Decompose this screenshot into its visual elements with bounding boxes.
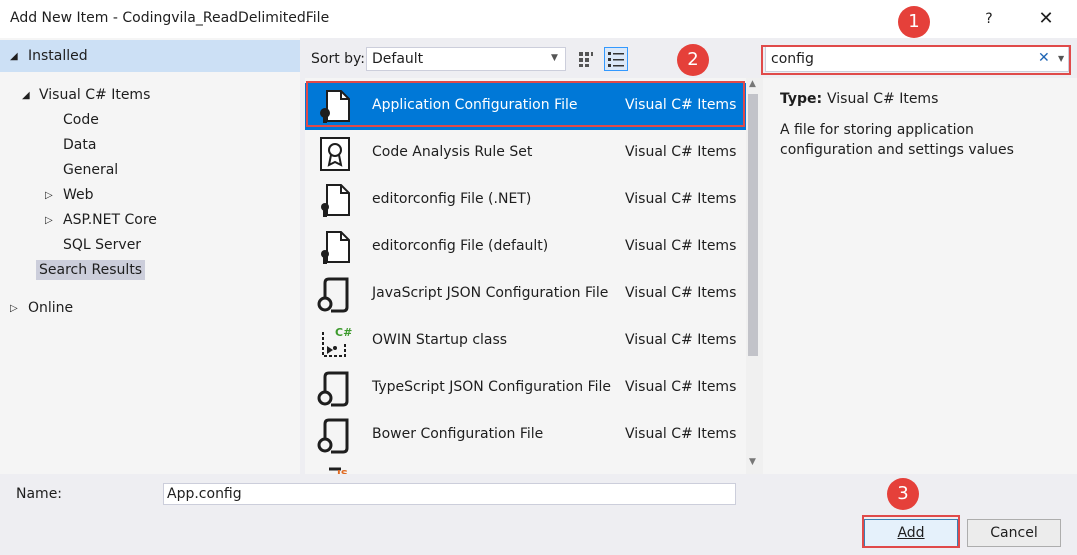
item-type: Visual C# Items	[625, 332, 737, 348]
help-button[interactable]: ?	[978, 8, 1000, 30]
item-type: Visual C# Items	[625, 379, 737, 395]
item-description: A file for storing application configura…	[780, 122, 1014, 158]
name-value: App.config	[167, 486, 242, 502]
svg-text:C#: C#	[335, 326, 352, 339]
item-name: JavaScript JSON Configuration File	[372, 285, 609, 301]
ruleset-icon	[315, 136, 353, 172]
dialog-title: Add New Item - Codingvila_ReadDelimitedF…	[10, 10, 330, 26]
tree-label-installed: Installed	[28, 48, 88, 64]
list-view-icon[interactable]	[604, 47, 628, 71]
expand-triangle-icon[interactable]: ▷	[10, 303, 18, 314]
list-item[interactable]: TypeScript JSON Configuration File Visua…	[305, 365, 747, 412]
item-type: Visual C# Items	[625, 144, 737, 160]
list-item[interactable]: C# OWIN Startup class Visual C# Items	[305, 318, 747, 365]
item-name: TypeScript JSON Configuration File	[372, 379, 611, 395]
type-label: Type:	[780, 91, 823, 107]
step-badge-2: 2	[677, 44, 709, 76]
scrollbar-thumb[interactable]	[748, 94, 758, 356]
sort-value: Default	[372, 51, 424, 67]
item-type: Visual C# Items	[625, 285, 737, 301]
tree-item-sql-server[interactable]: SQL Server	[63, 237, 141, 253]
item-name: editorconfig File (.NET)	[372, 191, 532, 207]
step-badge-3: 3	[887, 478, 919, 510]
tree-item-data[interactable]: Data	[63, 137, 96, 153]
highlight-add-button	[862, 515, 960, 548]
scroll-up-icon[interactable]: ▲	[749, 79, 756, 89]
tree-item-visual-csharp[interactable]: Visual C# Items	[39, 87, 150, 103]
list-item[interactable]: JavaScript JSON Configuration File Visua…	[305, 271, 747, 318]
tree-item-web[interactable]: Web	[63, 187, 94, 203]
item-name: OWIN Startup class	[372, 332, 508, 348]
medium-icons-view-icon[interactable]	[575, 48, 597, 70]
expand-triangle-icon[interactable]: ▷	[45, 215, 53, 226]
expand-triangle-icon[interactable]: ▷	[45, 190, 53, 201]
owin-class-icon: C#	[315, 324, 353, 360]
collapse-triangle-icon[interactable]: ◢	[10, 51, 18, 62]
json-config-icon	[315, 371, 353, 407]
name-field[interactable]: App.config	[163, 483, 736, 505]
item-name: Code Analysis Rule Set	[372, 144, 533, 160]
highlight-search-box	[761, 45, 1071, 75]
chevron-down-icon: ▼	[551, 53, 558, 63]
sort-label: Sort by:	[311, 51, 366, 67]
step-badge-1: 1	[898, 6, 930, 38]
tree-item-code[interactable]: Code	[63, 112, 99, 128]
sort-dropdown[interactable]: Default ▼	[366, 47, 566, 71]
cancel-button[interactable]: Cancel	[967, 519, 1061, 547]
item-type: Visual C# Items	[625, 238, 737, 254]
item-name: Bower Configuration File	[372, 426, 544, 442]
list-item[interactable]: Code Analysis Rule Set Visual C# Items	[305, 130, 747, 177]
list-item-partial[interactable]: JS	[305, 459, 747, 474]
category-tree	[0, 38, 300, 474]
list-item[interactable]: editorconfig File (default) Visual C# It…	[305, 224, 747, 271]
close-button[interactable]: ✕	[1035, 8, 1057, 30]
tree-item-search-results[interactable]: Search Results	[36, 260, 146, 280]
template-list: Application Configuration File Visual C#…	[305, 78, 763, 474]
tree-item-aspnet-core[interactable]: ASP.NET Core	[63, 212, 157, 228]
item-type: Visual C# Items	[625, 191, 737, 207]
type-value: Visual C# Items	[827, 91, 939, 107]
name-label: Name:	[16, 486, 63, 502]
editorconfig-icon	[315, 230, 353, 266]
highlight-selected-item	[306, 81, 745, 127]
item-type: Visual C# Items	[625, 426, 737, 442]
scroll-down-icon[interactable]: ▼	[749, 457, 756, 467]
json-config-icon	[315, 277, 353, 313]
json-config-icon	[315, 418, 353, 454]
item-name: editorconfig File (default)	[372, 238, 549, 254]
editorconfig-icon	[315, 183, 353, 219]
tree-item-online[interactable]: Online	[28, 300, 73, 316]
js-file-icon: JS	[315, 465, 353, 474]
list-item[interactable]: editorconfig File (.NET) Visual C# Items	[305, 177, 747, 224]
collapse-triangle-icon[interactable]: ◢	[22, 90, 30, 101]
tree-item-general[interactable]: General	[63, 162, 118, 178]
list-item[interactable]: Bower Configuration File Visual C# Items	[305, 412, 747, 459]
